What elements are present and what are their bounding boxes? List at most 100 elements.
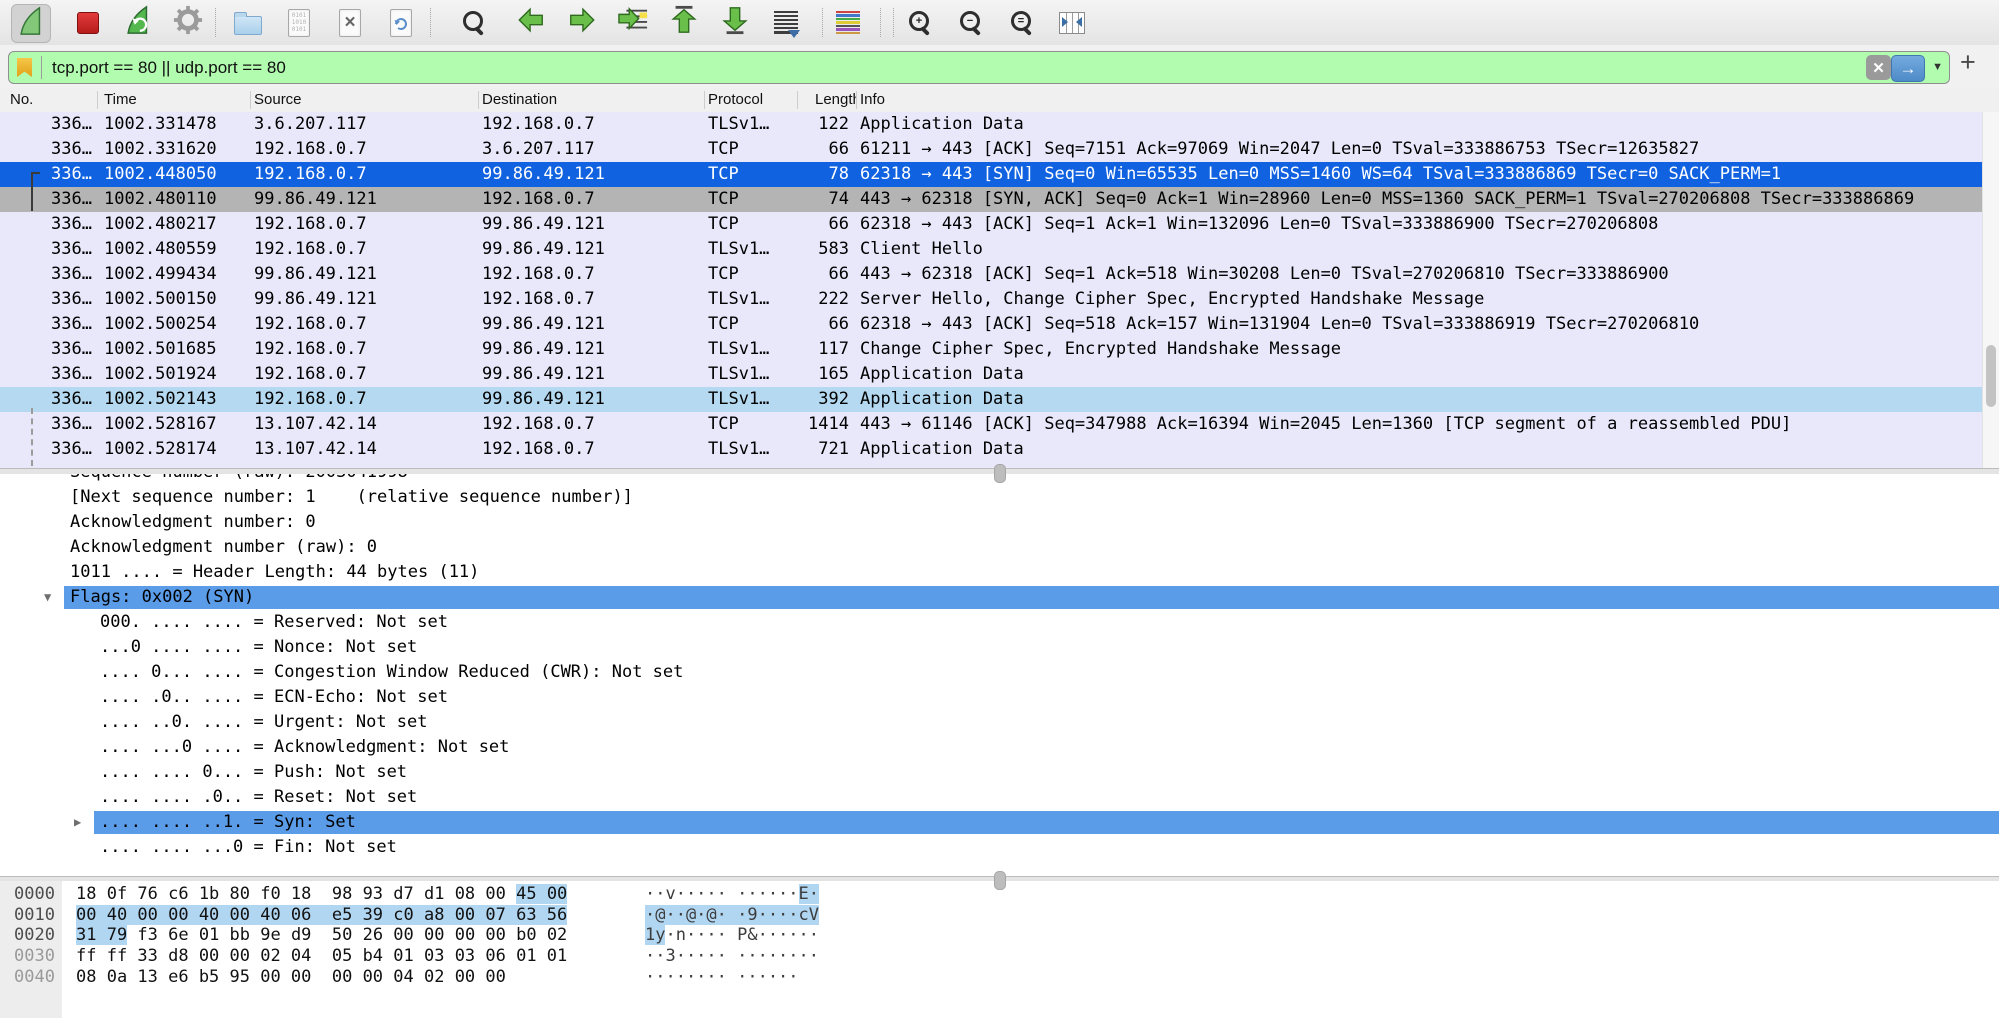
zoom-reset-button[interactable]: = [1003,4,1041,41]
hex-bytes[interactable]: ff ff 33 d8 00 00 02 04 05 b4 01 03 03 0… [76,946,567,967]
go-forward-button[interactable] [563,4,601,41]
hex-row[interactable]: 002031 79 f3 6e 01 bb 9e d9 50 26 00 00 … [0,925,1999,946]
packet-row[interactable]: 336…1002.448050192.168.0.799.86.49.121TC… [0,162,1999,187]
go-to-packet-button[interactable] [614,4,652,41]
column-separator[interactable] [250,91,251,109]
display-filter-input[interactable]: tcp.port == 80 || udp.port == 80 ✕ → ▼ [8,51,1950,84]
go-back-button[interactable] [512,4,550,41]
packet-row[interactable]: 336…1002.3314783.6.207.117192.168.0.7TLS… [0,112,1999,137]
detail-line[interactable]: .... .... 0... = Push: Not set [0,760,1999,785]
cell-dst: 192.168.0.7 [482,112,595,137]
resize-columns-icon [1059,12,1085,34]
hex-bytes[interactable]: 31 79 f3 6e 01 bb 9e d9 50 26 00 00 00 0… [76,925,567,946]
open-file-button[interactable] [229,4,267,41]
packet-row[interactable]: 336…1002.49943499.86.49.121192.168.0.7TC… [0,262,1999,287]
add-filter-button[interactable]: + [1960,47,1976,78]
column-header-length[interactable]: Length [815,88,857,112]
cell-info: Application Data [860,362,1999,387]
start-capture-button[interactable] [11,4,51,43]
detail-line[interactable]: [Next sequence number: 1 (relative seque… [0,485,1999,510]
detail-line[interactable]: ...0 .... .... = Nonce: Not set [0,635,1999,660]
detail-line[interactable]: Acknowledgment number (raw): 0 [0,535,1999,560]
packet-row[interactable]: 336…1002.500254192.168.0.799.86.49.121TC… [0,312,1999,337]
cell-proto: TCP [708,137,739,162]
cell-dst: 192.168.0.7 [482,187,595,212]
column-separator[interactable] [478,91,479,109]
expander-closed-icon[interactable]: ▶ [74,810,81,835]
go-first-packet-button[interactable] [665,4,703,41]
detail-line[interactable]: ▶.... .... ..1. = Syn: Set [0,810,1999,835]
column-header-source[interactable]: Source [254,88,302,112]
detail-line[interactable]: .... .... .0.. = Reset: Not set [0,785,1999,810]
apply-filter-button[interactable]: → [1891,55,1925,82]
column-header-info[interactable]: Info [860,88,885,112]
cell-dst: 3.6.207.117 [482,137,595,162]
hex-bytes[interactable]: 18 0f 76 c6 1b 80 f0 18 98 93 d7 d1 08 0… [76,884,567,905]
ascii-bytes[interactable]: ··v····· ······E· [645,884,819,905]
column-separator[interactable] [97,91,98,109]
close-file-button[interactable]: × [331,4,369,41]
ascii-bytes[interactable]: 1y·n···· P&······ [645,925,819,946]
packet-row[interactable]: 336…1002.52817413.107.42.14192.168.0.7TL… [0,437,1999,462]
find-packet-button[interactable] [455,4,493,41]
save-file-button[interactable]: 010110100101 [280,4,318,41]
reload-file-button[interactable] [382,4,420,41]
colorize-button[interactable] [829,4,867,41]
auto-scroll-button[interactable] [767,4,805,41]
gear-icon [173,5,203,40]
filter-text[interactable]: tcp.port == 80 || udp.port == 80 [52,58,286,78]
hex-row[interactable]: 0030ff ff 33 d8 00 00 02 04 05 b4 01 03 … [0,946,1999,967]
go-last-packet-button[interactable] [716,4,754,41]
clear-filter-button[interactable]: ✕ [1866,55,1891,80]
scrollbar-thumb[interactable] [1986,345,1996,407]
zoom-out-button[interactable]: − [952,4,990,41]
packet-row[interactable]: 336…1002.48011099.86.49.121192.168.0.7TC… [0,187,1999,212]
bookmark-icon[interactable] [17,58,32,77]
detail-line[interactable]: .... ..0. .... = Urgent: Not set [0,710,1999,735]
packet-row[interactable]: 336…1002.501924192.168.0.799.86.49.121TL… [0,362,1999,387]
splitter-grip[interactable] [994,871,1006,890]
hex-row[interactable]: 001000 40 00 00 40 00 40 06 e5 39 c0 a8 … [0,905,1999,926]
column-separator[interactable] [797,91,798,109]
packet-row[interactable]: 336…1002.331620192.168.0.73.6.207.117TCP… [0,137,1999,162]
hex-bytes[interactable]: 08 0a 13 e6 b5 95 00 00 00 00 04 02 00 0… [76,967,506,988]
cell-src: 99.86.49.121 [254,287,377,312]
cell-dst: 99.86.49.121 [482,312,605,337]
column-header-protocol[interactable]: Protocol [708,88,763,112]
column-header-no[interactable]: No. [10,88,33,112]
ascii-bytes[interactable]: ········ ······ [645,967,799,988]
packet-row[interactable]: 336…1002.480559192.168.0.799.86.49.121TL… [0,237,1999,262]
packet-row[interactable]: 336…1002.52816713.107.42.14192.168.0.7TC… [0,412,1999,437]
detail-line[interactable]: .... .... ...0 = Fin: Not set [0,835,1999,860]
resize-columns-button[interactable] [1053,4,1091,41]
splitter-grip[interactable] [994,464,1006,483]
stop-capture-button[interactable] [69,4,107,41]
detail-line[interactable]: .... .0.. .... = ECN-Echo: Not set [0,685,1999,710]
packet-row[interactable]: 336…1002.502143192.168.0.799.86.49.121TL… [0,387,1999,412]
detail-line[interactable]: Acknowledgment number: 0 [0,510,1999,535]
column-header-time[interactable]: Time [104,88,137,112]
column-separator[interactable] [856,91,857,109]
zoom-in-button[interactable]: + [901,4,939,41]
detail-line[interactable]: 1011 .... = Header Length: 44 bytes (11) [0,560,1999,585]
cell-info: Application Data [860,437,1999,462]
restart-capture-button[interactable] [119,4,157,41]
ascii-bytes[interactable]: ··3····· ········ [645,946,819,967]
detail-line[interactable]: 000. .... .... = Reserved: Not set [0,610,1999,635]
packet-row[interactable]: 336…1002.501685192.168.0.799.86.49.121TL… [0,337,1999,362]
detail-line[interactable]: ▼Flags: 0x002 (SYN) [0,585,1999,610]
hex-row[interactable]: 004008 0a 13 e6 b5 95 00 00 00 00 04 02 … [0,967,1999,988]
detail-line[interactable]: .... ...0 .... = Acknowledgment: Not set [0,735,1999,760]
detail-text: 1011 .... = Header Length: 44 bytes (11) [70,560,479,585]
ascii-bytes[interactable]: ·@··@·@· ·9····cV [645,905,819,926]
hex-bytes[interactable]: 00 40 00 00 40 00 40 06 e5 39 c0 a8 00 0… [76,905,567,926]
expander-open-icon[interactable]: ▼ [44,585,51,610]
packet-list-scrollbar[interactable] [1982,112,1999,468]
packet-row[interactable]: 336…1002.480217192.168.0.799.86.49.121TC… [0,212,1999,237]
column-separator[interactable] [704,91,705,109]
filter-dropdown-caret-icon[interactable]: ▼ [1932,61,1943,73]
packet-row[interactable]: 336…1002.50015099.86.49.121192.168.0.7TL… [0,287,1999,312]
detail-line[interactable]: .... 0... .... = Congestion Window Reduc… [0,660,1999,685]
column-header-destination[interactable]: Destination [482,88,557,112]
capture-options-button[interactable] [169,4,207,41]
